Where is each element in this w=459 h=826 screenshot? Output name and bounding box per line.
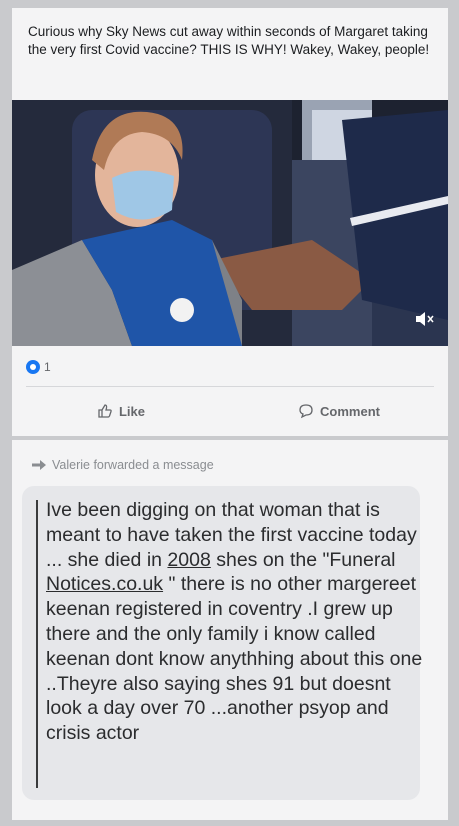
- reaction-summary[interactable]: 1: [26, 360, 51, 374]
- video-frame: [12, 100, 448, 346]
- forwarded-label-text: Valerie forwarded a message: [52, 458, 214, 472]
- post-card: Curious why Sky News cut away within sec…: [12, 8, 448, 436]
- like-reaction-icon: [26, 360, 40, 374]
- action-bar: Like Comment: [12, 394, 448, 428]
- comment-icon: [299, 404, 313, 419]
- funeral-notices-link[interactable]: Notices.co.uk: [46, 573, 163, 595]
- forward-arrow-icon: [32, 460, 46, 470]
- post-text: Curious why Sky News cut away within sec…: [28, 24, 430, 57]
- forwarded-label: Valerie forwarded a message: [32, 458, 214, 472]
- message-bubble: Ive been digging on that woman that is m…: [22, 486, 422, 800]
- divider: [26, 386, 434, 387]
- quote-bar: [36, 500, 38, 788]
- forwarded-message-card: Valerie forwarded a message Ive been dig…: [12, 440, 448, 820]
- message-year-link[interactable]: 2008: [167, 549, 210, 571]
- like-label: Like: [118, 403, 145, 419]
- comment-label: Comment: [320, 403, 380, 419]
- reaction-count: 1: [44, 360, 51, 374]
- message-text: Ive been digging on that woman that is m…: [46, 498, 426, 746]
- thumbs-up-icon: [98, 404, 112, 418]
- message-text-part: shes on the "Funeral: [210, 548, 396, 571]
- post-video[interactable]: [12, 100, 448, 346]
- comment-button[interactable]: Comment: [230, 403, 448, 419]
- like-button[interactable]: Like: [12, 403, 230, 419]
- message-text-part: " there is no other margereet keenan reg…: [46, 573, 423, 745]
